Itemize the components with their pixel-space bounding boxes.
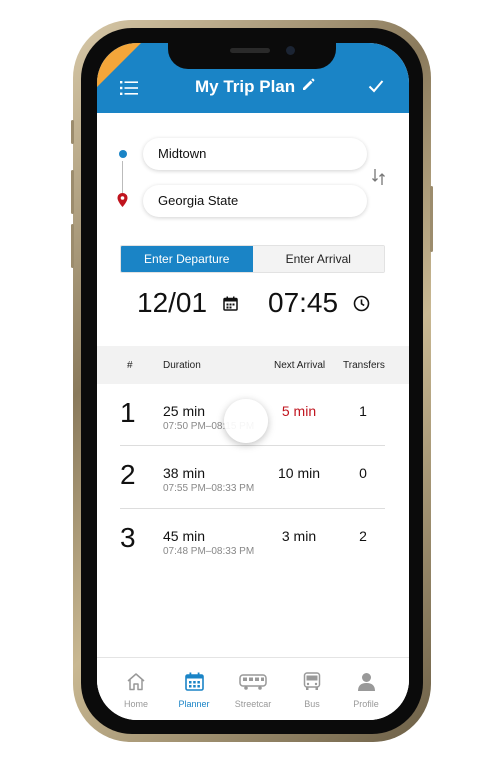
bus-icon [303,672,321,690]
time-value[interactable]: 07:45 [268,287,338,319]
trip-times: 07:55 PM–08:33 PM [163,483,255,494]
origin-dot-icon [119,150,127,158]
nav-label: Home [123,699,148,709]
col-next-arrival-header: Next Arrival [274,360,326,371]
calendar-icon [184,672,204,691]
clock-icon[interactable] [353,295,370,312]
phone-notch [168,41,336,69]
trip-number: 1 [120,397,136,428]
trip-duration: 25 min [163,403,206,419]
trip-transfers: 2 [359,528,367,544]
bottom-navigation: Home Planner Streetcar Bus Profile [97,657,409,720]
trip-number: 2 [120,459,136,490]
speaker-grille [230,48,270,53]
volume-down-button [71,224,74,268]
trip-duration: 45 min [163,528,206,544]
swap-locations-icon[interactable] [371,167,387,187]
trip-transfers: 0 [359,465,367,481]
col-num-header: # [127,360,133,371]
nav-item-streetcar[interactable]: Streetcar [225,672,281,709]
nav-label: Planner [178,699,210,709]
checkmark-confirm-icon[interactable] [368,79,384,93]
col-duration-header: Duration [163,360,201,371]
trip-next-arrival: 5 min [281,403,317,419]
list-menu-icon[interactable] [120,81,138,95]
table-row[interactable]: 2 38 min 07:55 PM–08:33 PM 10 min 0 [97,451,409,513]
destination-pin-icon [117,193,128,207]
front-camera [286,46,295,55]
nav-item-bus[interactable]: Bus [284,672,340,709]
trip-times: 07:48 PM–08:33 PM [163,546,255,557]
nav-label: Profile [353,699,379,709]
destination-input[interactable]: Georgia State [143,185,367,217]
trip-next-arrival: 3 min [281,528,317,544]
profile-icon [357,673,375,691]
nav-item-profile[interactable]: Profile [338,672,394,709]
trip-transfers: 1 [359,403,367,419]
nav-label: Bus [304,699,320,709]
nav-label: Streetcar [234,699,272,709]
volume-up-button [71,170,74,214]
nav-item-planner[interactable]: Planner [166,672,222,709]
touch-indicator [224,399,268,443]
trip-duration: 38 min [163,465,206,481]
streetcar-icon [239,674,267,690]
results-table-header: # Duration Next Arrival Transfers [97,346,409,384]
trip-next-arrival: 10 min [277,465,321,481]
table-row[interactable]: 3 45 min 07:48 PM–08:33 PM 3 min 2 [97,514,409,576]
departure-arrival-toggle: Enter Departure Enter Arrival [120,245,385,273]
col-transfers-header: Transfers [343,360,385,371]
enter-arrival-tab[interactable]: Enter Arrival [252,246,384,272]
home-icon [127,673,145,691]
date-value[interactable]: 12/01 [137,287,207,319]
origin-input[interactable]: Midtown [143,138,367,170]
route-connector-line [122,161,123,193]
page-title: My Trip Plan [195,77,296,96]
pencil-edit-icon[interactable] [301,78,315,92]
calendar-icon[interactable] [223,296,238,311]
nav-item-home[interactable]: Home [108,672,164,709]
enter-departure-tab[interactable]: Enter Departure [121,246,253,272]
trip-number: 3 [120,522,136,553]
app-screen: My Trip Plan Midtown Georgia State Enter… [97,43,409,720]
mute-switch [71,120,74,144]
row-divider [120,508,385,509]
row-divider [120,445,385,446]
power-button [430,186,433,252]
